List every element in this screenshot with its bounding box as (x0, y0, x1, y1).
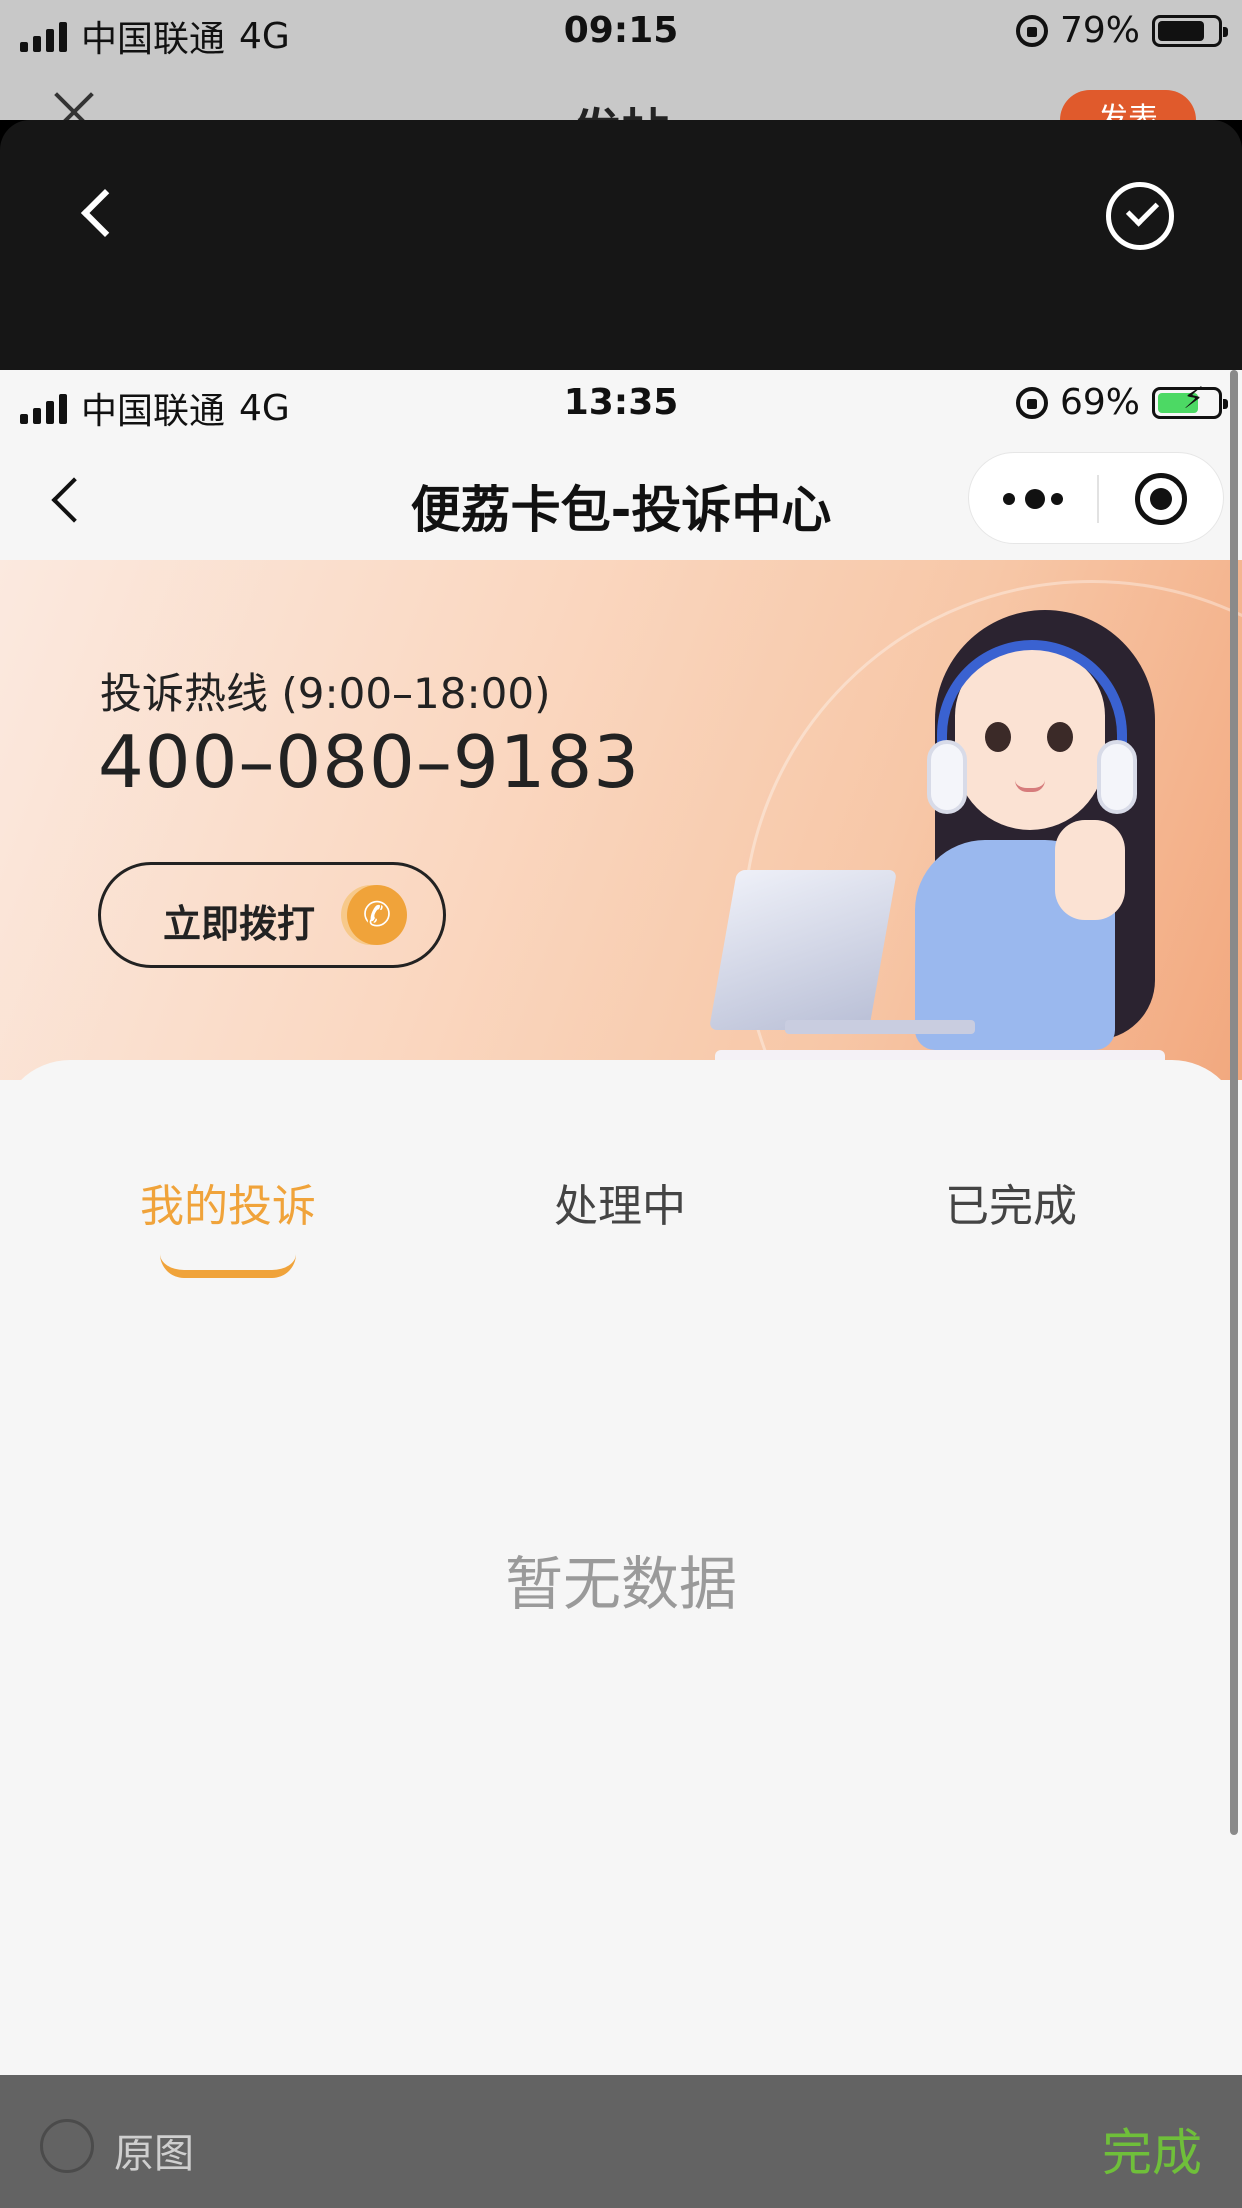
hotline-number: 400–080–9183 (98, 720, 641, 804)
done-button[interactable]: 完成 (1102, 2113, 1202, 2185)
inner-status-bar: 中国联通 4G 13:35 69% ⚡ (0, 370, 1242, 434)
headset-earcup (927, 740, 967, 814)
battery-percent: 79% (1059, 10, 1140, 51)
laptop-base (785, 1020, 975, 1034)
hotline-banner: 投诉热线 (9:00–18:00) 400–080–9183 立即拨打 ✆ (0, 560, 1242, 1080)
hotline-label: 投诉热线 (9:00–18:00) (100, 669, 551, 718)
headset-earcup (1097, 740, 1137, 814)
phone-icon: ✆ (347, 885, 407, 945)
editor-bottom-bar: 原图 完成 (0, 2075, 1242, 2208)
outer-status-bar: 中国联通 4G 09:15 79% 发帖 发表 (0, 0, 1242, 160)
capsule-divider (1097, 475, 1099, 523)
tab-processing[interactable]: 处理中 (554, 1170, 686, 1234)
tab-completed[interactable]: 已完成 (945, 1170, 1077, 1234)
agent-arm (1055, 820, 1125, 920)
scrollbar[interactable] (1230, 370, 1238, 1835)
original-image-label[interactable]: 原图 (114, 2121, 194, 2179)
tab-my-complaints[interactable]: 我的投诉 (140, 1170, 316, 1234)
active-tab-indicator (160, 1254, 296, 1278)
rotation-lock-icon (1015, 386, 1048, 419)
mini-program-navbar: 便荔卡包-投诉中心 (0, 434, 1242, 560)
call-now-button[interactable]: 立即拨打 ✆ (98, 862, 446, 968)
chevron-left-icon[interactable] (72, 184, 132, 244)
check-circle-icon[interactable] (1106, 182, 1174, 250)
target-icon[interactable] (1135, 473, 1187, 525)
more-dots-icon[interactable] (1003, 487, 1063, 511)
battery-percent: 69% (1059, 382, 1140, 423)
outer-status-right: 79% (1015, 10, 1228, 51)
rotation-lock-icon (1015, 14, 1048, 47)
customer-service-illustration (708, 610, 1175, 1080)
original-image-radio[interactable] (40, 2119, 94, 2173)
mini-program-capsule (968, 452, 1224, 544)
inner-status-right: 69% ⚡ (1015, 382, 1228, 423)
agent-mouth (1015, 780, 1045, 792)
battery-icon (1152, 14, 1228, 47)
screenshot-preview: 中国联通 4G 13:35 69% ⚡ 便荔卡包-投诉中心 投诉热线 (9:00… (0, 370, 1242, 2075)
battery-charging-icon: ⚡ (1152, 383, 1228, 419)
empty-state-text: 暂无数据 (504, 1550, 737, 1618)
call-now-label: 立即拨打 (163, 902, 316, 946)
laptop-icon (708, 870, 898, 1030)
